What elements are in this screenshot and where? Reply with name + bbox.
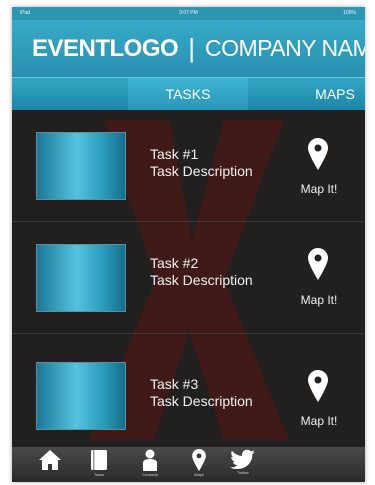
nav-tasks[interactable]: Tasks <box>79 449 119 477</box>
task-row-2[interactable]: Task #2 Task Description Map It! <box>12 222 365 334</box>
notebook-icon <box>91 450 107 470</box>
nav-label: Contacts <box>142 472 158 477</box>
task-row-1[interactable]: Task #1 Task Description Map It! <box>12 110 365 222</box>
map-it-button[interactable]: Map It! <box>294 293 344 307</box>
task-thumbnail <box>36 132 126 200</box>
task-thumbnail <box>36 362 126 430</box>
task-description: Task Description <box>150 393 253 409</box>
task-title: Task #3 <box>150 376 199 392</box>
battery-indicator: 100% <box>343 10 356 16</box>
tab-tasks[interactable]: TASKS <box>128 78 248 110</box>
map-it-button[interactable]: Map It! <box>294 414 344 428</box>
nav-twitter[interactable]: Twitter <box>223 449 263 475</box>
task-text: Task #1 Task Description <box>150 146 253 180</box>
app-screen: iPad 9:07 PM 100% EVENTLOGO | COMPANY NA… <box>12 7 365 482</box>
task-text: Task #2 Task Description <box>150 255 253 289</box>
bottom-nav-bar: Tasks Contacts Maps Twitter <box>12 447 365 482</box>
nav-label: Maps <box>194 472 204 477</box>
tab-bar: TASKS MAPS <box>12 77 365 110</box>
nav-contacts[interactable]: Contacts <box>130 449 170 477</box>
event-logo: EVENTLOGO <box>32 34 179 62</box>
status-bar: iPad 9:07 PM 100% <box>12 7 365 20</box>
tab-maps[interactable]: MAPS <box>300 78 365 110</box>
task-row-3[interactable]: Task #3 Task Description Map It! <box>12 334 365 446</box>
nav-label: Twitter <box>237 470 249 475</box>
status-time: 9:07 PM <box>179 10 198 16</box>
task-title: Task #2 <box>150 255 199 271</box>
nav-home[interactable] <box>30 449 70 471</box>
map-pin-icon[interactable] <box>308 370 328 402</box>
task-description: Task Description <box>150 272 253 288</box>
nav-label: Tasks <box>93 472 105 477</box>
home-icon <box>39 450 61 470</box>
task-thumbnail <box>36 244 126 312</box>
task-list: Task #1 Task Description Map It! Task #2… <box>12 110 365 447</box>
map-it-button[interactable]: Map It! <box>294 182 344 196</box>
map-pin-icon[interactable] <box>308 138 328 170</box>
app-header: EVENTLOGO | COMPANY NAME <box>12 20 365 77</box>
company-name: COMPANY NAME <box>204 35 365 61</box>
header-separator: | <box>188 33 195 63</box>
contacts-icon <box>143 449 157 471</box>
twitter-bird-icon <box>230 449 255 469</box>
map-pin-icon <box>192 449 206 471</box>
task-description: Task Description <box>150 163 253 179</box>
nav-maps[interactable]: Maps <box>179 449 219 477</box>
task-title: Task #1 <box>150 146 199 162</box>
task-text: Task #3 Task Description <box>150 376 253 410</box>
map-pin-icon[interactable] <box>308 248 328 280</box>
